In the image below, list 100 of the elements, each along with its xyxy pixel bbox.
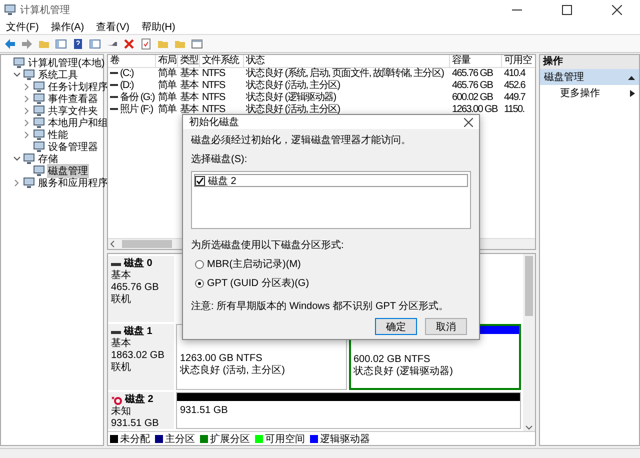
menu-item[interactable]: 查看(V) xyxy=(96,20,130,34)
table-cell-text: 452.6 xyxy=(503,80,526,90)
action-section[interactable]: 磁盘管理 xyxy=(540,69,639,85)
legend-label: 主分区 xyxy=(165,432,195,445)
tree-item[interactable]: 存储 xyxy=(37,152,59,166)
disk-list[interactable]: 磁盘 2 xyxy=(191,171,471,229)
monitor-icon xyxy=(23,153,35,165)
disk-info: 联机 xyxy=(111,362,132,374)
partition-info: 1263.00 GB NTFS xyxy=(179,353,264,364)
table-cell-text: 状态良好 (逻辑驱动器) xyxy=(245,90,337,104)
radio-button[interactable] xyxy=(195,278,204,288)
table-cell-text: 简单 xyxy=(157,102,178,116)
table-cell-text: 465.76 GB xyxy=(451,80,494,90)
expander-icon[interactable] xyxy=(13,71,21,79)
menu-item[interactable]: 帮助(H) xyxy=(141,20,176,34)
column-header[interactable]: 类型 xyxy=(178,55,200,68)
panel-icon xyxy=(89,38,101,50)
table-cell-text: 基本 xyxy=(179,66,200,80)
tree-item[interactable]: 事件查看器 xyxy=(47,92,99,106)
tree-item[interactable]: 共享文件夹 xyxy=(47,104,99,118)
tree-item[interactable]: 设备管理器 xyxy=(47,140,99,154)
table-cell-text: 简单 xyxy=(157,90,178,104)
menu-item[interactable]: 操作(A) xyxy=(50,20,84,34)
monitor-icon xyxy=(33,165,45,177)
collapse-caret-icon[interactable] xyxy=(628,74,635,80)
monitor-icon xyxy=(33,129,45,141)
document-icon xyxy=(140,38,152,50)
partition-info: 状态良好 (逻辑驱动器) xyxy=(352,366,454,378)
monitor-icon xyxy=(33,93,45,105)
legend-label: 可用空间 xyxy=(265,432,305,445)
partition-info: 状态良好 (活动, 主分区) xyxy=(179,365,286,377)
monitor-icon xyxy=(4,4,16,16)
table-cell-text: NTFS xyxy=(201,68,226,78)
monitor-icon xyxy=(33,105,45,117)
monitor-icon xyxy=(13,57,25,69)
legend-label: 扩展分区 xyxy=(210,432,250,445)
checkbox[interactable] xyxy=(195,176,205,186)
table-cell: (C:) xyxy=(120,68,134,78)
radio-label[interactable]: MBR(主启动记录)(M) xyxy=(207,257,301,271)
tree-item[interactable]: 性能 xyxy=(47,128,69,142)
table-cell-text: NTFS xyxy=(201,92,226,102)
dialog-note: 注意: 所有早期版本的 Windows 都不识别 GPT 分区形式。 xyxy=(191,300,450,313)
disk-info: 未知 xyxy=(111,406,132,418)
disk-info: 联机 xyxy=(111,294,132,306)
scrollbar-thumb[interactable] xyxy=(122,240,172,248)
dialog-button[interactable]: 取消 xyxy=(425,318,467,335)
expander-icon[interactable] xyxy=(13,155,21,163)
partition-panel[interactable]: 931.51 GB xyxy=(176,392,521,429)
tree-item[interactable]: 服务和应用程序 xyxy=(37,176,109,190)
tree-item[interactable]: 系统工具 xyxy=(37,68,79,82)
table-cell-text: 410.4 xyxy=(503,68,526,78)
expander-icon[interactable] xyxy=(13,179,21,187)
expander-icon[interactable] xyxy=(23,107,31,115)
disk-name: 磁盘 0 xyxy=(124,258,152,270)
disk-info: 基本 xyxy=(111,270,132,282)
radio-label[interactable]: GPT (GUID 分区表)(G) xyxy=(207,276,310,290)
dialog-message: 磁盘必须经过初始化，逻辑磁盘管理器才能访问。 xyxy=(191,134,412,147)
table-cell-text: 465.76 GB xyxy=(451,68,494,78)
column-header[interactable]: 状态 xyxy=(244,55,450,68)
expander-icon[interactable] xyxy=(23,119,31,127)
table-cell-text: 简单 xyxy=(157,78,178,92)
radio-button[interactable] xyxy=(195,260,204,268)
table-cell-text: 1263.00 GB xyxy=(451,104,499,114)
dialog-button[interactable]: 确定 xyxy=(375,318,417,335)
table-cell-text: 基本 xyxy=(179,78,200,92)
table-cell-text: NTFS xyxy=(201,80,226,90)
expander-icon[interactable] xyxy=(23,83,31,91)
list-item[interactable]: 磁盘 2 xyxy=(208,174,236,188)
menu-item[interactable]: 文件(F) xyxy=(6,20,39,34)
table-cell-text: 状态良好 (活动, 主分区) xyxy=(245,78,341,92)
table-cell-text: 600.02 GB xyxy=(451,92,494,102)
tree-item[interactable]: 本地用户和组 xyxy=(47,116,109,130)
table-cell-text: 备份 (G:) xyxy=(120,91,154,104)
disk-info: 465.76 GB xyxy=(111,282,160,294)
partition-info: 600.02 GB NTFS xyxy=(352,354,432,366)
tree-item[interactable]: 磁盘管理 xyxy=(47,164,89,178)
tree-item[interactable]: 任务计划程序 xyxy=(47,80,109,94)
monitor-icon xyxy=(33,81,45,93)
window-title: 计算机管理 xyxy=(20,4,71,17)
expander-icon[interactable] xyxy=(23,131,31,139)
scrollbar-thumb[interactable] xyxy=(525,256,533,316)
partition-info: 931.51 GB xyxy=(179,405,229,417)
delete-icon xyxy=(123,38,135,50)
panel-header: 操作 xyxy=(540,55,639,69)
maximize-icon[interactable] xyxy=(562,5,572,15)
column-header[interactable]: 卷 xyxy=(108,55,156,68)
action-item[interactable]: 更多操作 xyxy=(540,85,639,101)
expander-icon[interactable] xyxy=(23,95,31,103)
forward-arrow-icon xyxy=(21,38,33,50)
table-cell-text: 状态良好 (系统, 启动, 页面文件, 故障转储, 主分区) xyxy=(245,66,445,80)
list-label: 选择磁盘(S): xyxy=(191,152,248,166)
legend-label: 未分配 xyxy=(120,432,150,445)
back-arrow-icon xyxy=(4,38,16,50)
table-cell-text: 449.7 xyxy=(503,92,526,102)
close-icon[interactable] xyxy=(612,5,622,15)
column-header[interactable]: 布局 xyxy=(156,55,178,68)
tree-item[interactable]: 计算机管理(本地) xyxy=(27,56,106,70)
close-icon[interactable] xyxy=(464,118,473,126)
table-cell-text: 1150. xyxy=(503,104,526,114)
table-cell-text: 基本 xyxy=(179,102,200,116)
